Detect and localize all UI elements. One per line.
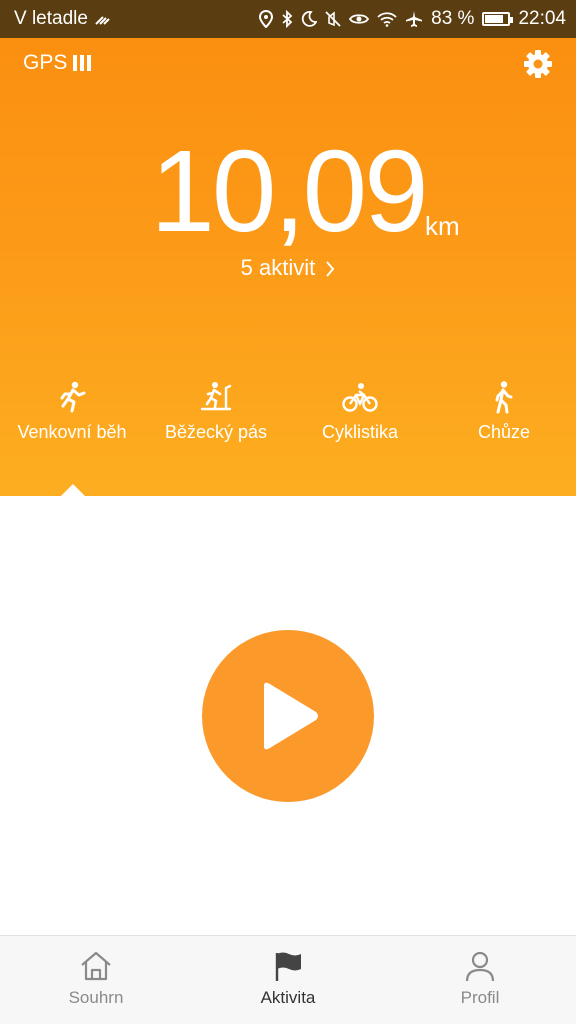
tab-outdoor-run-label: Venkovní běh — [17, 422, 127, 442]
start-workout-button[interactable] — [202, 630, 374, 802]
gps-indicator: GPS — [23, 51, 92, 75]
distance-display: 10,09 km — [0, 133, 576, 249]
mute-icon — [325, 11, 341, 27]
distance-value: 10,09 — [150, 126, 428, 256]
moon-icon — [301, 11, 318, 27]
treadmill-icon — [200, 382, 232, 411]
chevron-right-icon — [326, 261, 335, 277]
location-icon — [259, 10, 274, 28]
eye-icon — [349, 14, 370, 24]
status-bar: V letadle 83 % 22:04 — [0, 0, 576, 38]
gps-label: GPS — [23, 51, 68, 74]
activity-header: GPS 10,09 km 5 aktivit Venkovní běh Běže… — [0, 38, 576, 496]
nav-summary[interactable]: Souhrn — [0, 950, 192, 1008]
activities-link[interactable]: 5 aktivit — [0, 255, 576, 281]
battery-percent: 83 % — [431, 8, 475, 29]
nav-profile[interactable]: Profil — [384, 950, 576, 1008]
person-icon — [465, 951, 495, 982]
wifi-icon — [377, 12, 397, 27]
hotspot-icon — [95, 16, 110, 25]
carrier-label: V letadle — [14, 8, 88, 29]
bicycle-icon — [342, 383, 378, 412]
nav-activity[interactable]: Aktivita — [192, 950, 384, 1008]
gps-signal-icon — [73, 55, 92, 71]
tab-cycling[interactable]: Cyklistika — [288, 380, 432, 443]
activity-mode-tabs: Venkovní běh Běžecký pás Cyklistika Chůz… — [0, 380, 576, 460]
running-icon — [60, 381, 86, 413]
settings-button[interactable] — [522, 48, 554, 80]
app-screen: V letadle 83 % 22:04 GPS 10,09 km 5 akti… — [0, 0, 576, 1024]
bluetooth-icon — [282, 10, 293, 28]
gear-icon — [524, 50, 552, 78]
tab-treadmill[interactable]: Běžecký pás — [144, 380, 288, 443]
nav-summary-label: Souhrn — [68, 988, 124, 1007]
battery-level — [485, 15, 504, 23]
battery-icon — [482, 12, 514, 26]
distance-unit: km — [425, 211, 460, 241]
nav-profile-label: Profil — [460, 988, 500, 1007]
tab-treadmill-label: Běžecký pás — [164, 422, 268, 442]
airplane-icon — [406, 11, 423, 27]
home-icon — [81, 951, 111, 981]
bottom-navigation: Souhrn Aktivita Profil — [0, 935, 576, 1024]
tab-cycling-label: Cyklistika — [321, 422, 398, 442]
play-icon — [264, 682, 318, 750]
tab-outdoor-run[interactable]: Venkovní běh — [0, 380, 144, 443]
status-right: 83 % 22:04 — [259, 8, 566, 30]
flag-icon — [275, 952, 301, 981]
nav-activity-label: Aktivita — [260, 988, 316, 1007]
tab-walking-label: Chůze — [477, 422, 531, 442]
selected-tab-indicator — [61, 484, 85, 496]
status-left: V letadle — [14, 8, 114, 30]
tab-walking[interactable]: Chůze — [432, 380, 576, 443]
walking-icon — [495, 381, 513, 414]
activities-link-label: 5 aktivit — [240, 255, 316, 280]
clock: 22:04 — [518, 8, 566, 29]
